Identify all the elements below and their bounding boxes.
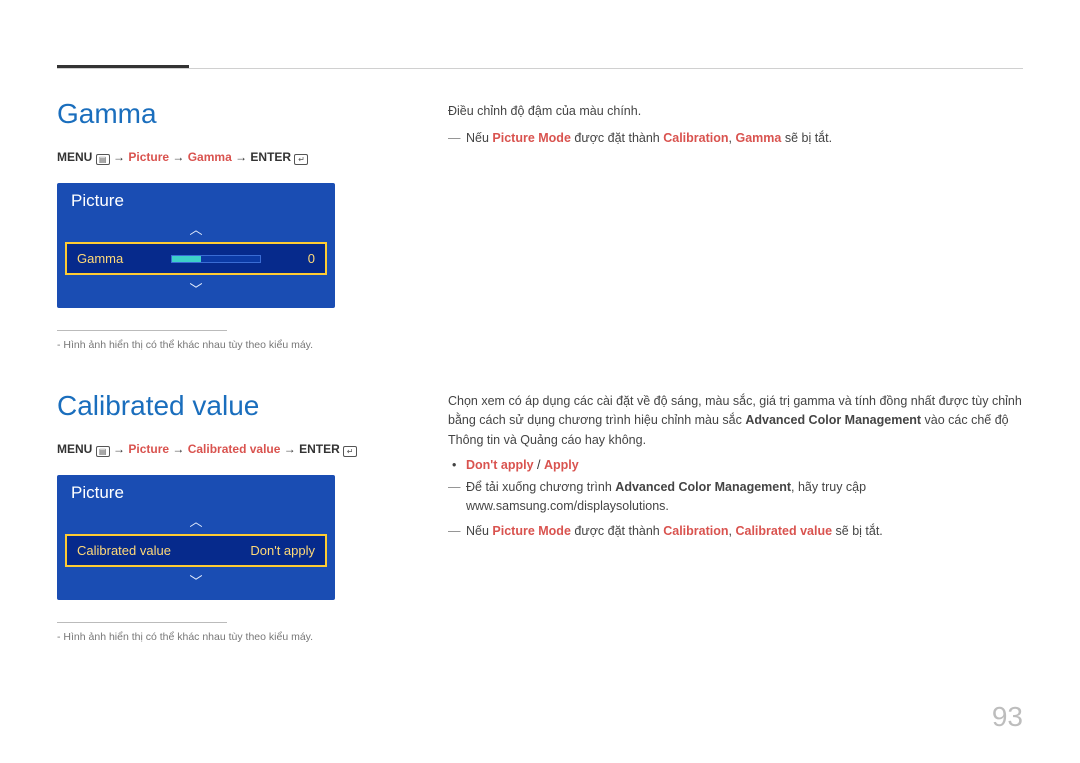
nav-calibrated: Calibrated value bbox=[188, 442, 281, 456]
enter-icon bbox=[343, 446, 357, 457]
section-gamma-left: Gamma MENU → Picture → Gamma → ENTER Pic… bbox=[57, 98, 387, 351]
note-divider bbox=[57, 330, 227, 331]
heading-gamma: Gamma bbox=[57, 98, 387, 130]
options-apply: Don't apply / Apply bbox=[448, 458, 1023, 472]
nav-enter-label: ENTER bbox=[250, 150, 291, 164]
osd-down-arrow[interactable]: ﹀ bbox=[57, 275, 335, 302]
section-calibrated-right: Chọn xem có áp dụng các cài đặt về độ sá… bbox=[448, 392, 1023, 546]
header-accent bbox=[57, 65, 189, 68]
osd-item-value: 0 bbox=[308, 251, 315, 266]
note-download-acm: Để tải xuống chương trình Advanced Color… bbox=[448, 478, 1023, 516]
nav-picture: Picture bbox=[128, 442, 169, 456]
osd-item-value: Don't apply bbox=[250, 543, 315, 558]
osd-slider-fill bbox=[172, 256, 202, 262]
osd-item-label: Gamma bbox=[77, 251, 123, 266]
osd-title: Picture bbox=[57, 475, 335, 507]
nav-enter-label: ENTER bbox=[299, 442, 340, 456]
nav-path-gamma: MENU → Picture → Gamma → ENTER bbox=[57, 150, 387, 165]
section-gamma-right: Điều chỉnh độ đậm của màu chính. Nếu Pic… bbox=[448, 102, 1023, 154]
section-calibrated-left: Calibrated value MENU → Picture → Calibr… bbox=[57, 390, 387, 643]
osd-slider[interactable] bbox=[171, 255, 261, 263]
menu-icon bbox=[96, 154, 110, 165]
osd-calibrated: Picture ︿ Calibrated value Don't apply ﹀ bbox=[57, 475, 335, 600]
osd-item-calibrated[interactable]: Calibrated value Don't apply bbox=[65, 534, 327, 567]
nav-gamma: Gamma bbox=[188, 150, 232, 164]
desc-calibrated: Chọn xem có áp dụng các cài đặt về độ sá… bbox=[448, 392, 1023, 450]
nav-menu-label: MENU bbox=[57, 150, 92, 164]
osd-item-gamma[interactable]: Gamma 0 bbox=[65, 242, 327, 275]
note-calibrated-disabled: Nếu Picture Mode được đặt thành Calibrat… bbox=[448, 522, 1023, 541]
note-gamma-disabled: Nếu Picture Mode được đặt thành Calibrat… bbox=[448, 129, 1023, 148]
heading-calibrated: Calibrated value bbox=[57, 390, 387, 422]
osd-up-arrow[interactable]: ︿ bbox=[57, 215, 335, 242]
desc-gamma: Điều chỉnh độ đậm của màu chính. bbox=[448, 102, 1023, 121]
header-divider bbox=[57, 68, 1023, 69]
page-number: 93 bbox=[992, 701, 1023, 733]
osd-item-label: Calibrated value bbox=[77, 543, 171, 558]
note-calibrated: Hình ảnh hiển thị có thể khác nhau tùy t… bbox=[57, 631, 387, 643]
nav-picture: Picture bbox=[128, 150, 169, 164]
osd-title: Picture bbox=[57, 183, 335, 215]
nav-path-calibrated: MENU → Picture → Calibrated value → ENTE… bbox=[57, 442, 387, 457]
note-divider bbox=[57, 622, 227, 623]
menu-icon bbox=[96, 446, 110, 457]
osd-up-arrow[interactable]: ︿ bbox=[57, 507, 335, 534]
enter-icon bbox=[294, 154, 308, 165]
nav-menu-label: MENU bbox=[57, 442, 92, 456]
osd-gamma: Picture ︿ Gamma 0 ﹀ bbox=[57, 183, 335, 308]
note-gamma: Hình ảnh hiển thị có thể khác nhau tùy t… bbox=[57, 339, 387, 351]
osd-down-arrow[interactable]: ﹀ bbox=[57, 567, 335, 594]
